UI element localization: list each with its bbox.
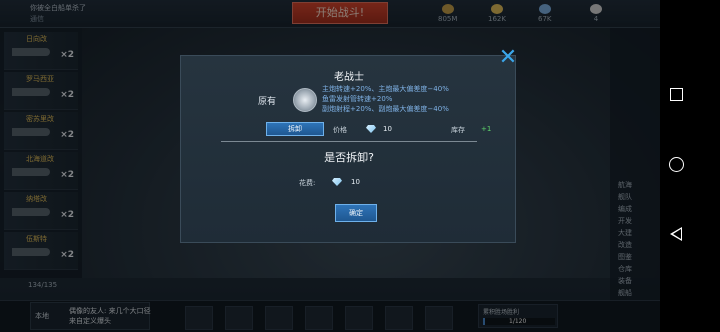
effect-line: 主炮转速+20%、主炮最大偏差度−40% <box>322 85 449 93</box>
effect-line: 副炮射程+20%、副炮最大偏差度−40% <box>322 105 449 113</box>
home-icon[interactable] <box>669 157 684 172</box>
confirm-question: 是否拆卸? <box>324 151 374 164</box>
original-label: 原有 <box>258 97 277 107</box>
confirm-button[interactable]: 确定 <box>335 204 377 222</box>
cost-label: 花费: <box>299 179 316 187</box>
dismantle-dialog: 老战士 原有 主炮转速+20%、主炮最大偏差度−40% 鱼雷发射管转速+20% … <box>180 55 516 243</box>
price-label: 价格 <box>333 126 347 134</box>
game-screen: 你被全白船单杀了 通信 开始战斗! 805M 162K 67K 4 日向改 ×2 … <box>0 0 660 332</box>
diamond-icon <box>332 178 342 186</box>
dialog-title: 老战士 <box>334 72 364 83</box>
recent-apps-icon[interactable] <box>670 88 683 101</box>
dismantle-tab-button[interactable]: 拆卸 <box>266 122 324 136</box>
divider <box>221 141 477 142</box>
skill-badge-icon <box>293 88 317 112</box>
cost-value: 10 <box>351 178 360 186</box>
back-icon[interactable] <box>670 227 682 241</box>
diamond-icon <box>366 125 376 133</box>
skill-effects: 主炮转速+20%、主炮最大偏差度−40% 鱼雷发射管转速+20% 副炮射程+20… <box>322 84 449 114</box>
stock-value: +1 <box>481 125 492 133</box>
effect-line: 鱼雷发射管转速+20% <box>322 95 393 103</box>
stock-label: 库存 <box>451 126 465 134</box>
close-icon[interactable]: ✕ <box>497 47 519 69</box>
price-value: 10 <box>383 125 392 133</box>
